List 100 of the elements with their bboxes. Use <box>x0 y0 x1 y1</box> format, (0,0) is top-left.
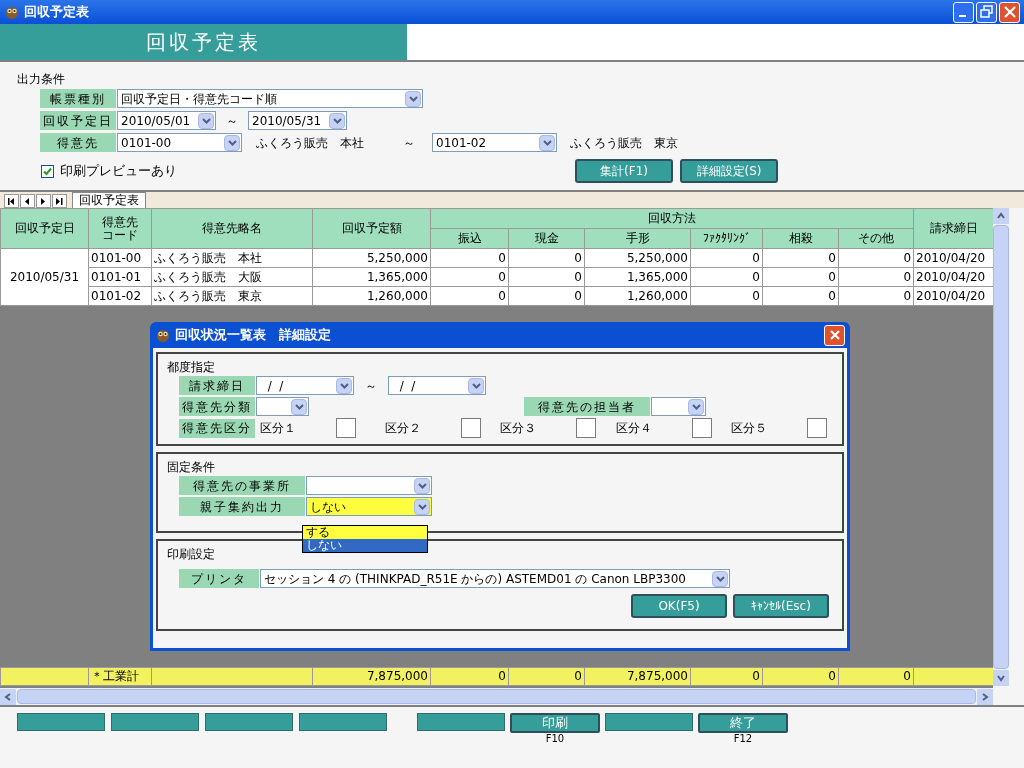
field-label: 回収予定日 <box>40 111 116 130</box>
field-label: 得意先 <box>40 133 116 152</box>
scroll-up-icon[interactable] <box>993 208 1009 224</box>
table-cell: 0 <box>430 286 509 306</box>
table-cell: 1,260,000 <box>584 286 691 306</box>
customer-dropdown[interactable]: 0101-00 <box>117 133 242 152</box>
table-cell: 0 <box>838 248 914 268</box>
total-cell: ＊工業計 <box>88 667 152 686</box>
field-label: 得意先区分 <box>179 418 255 438</box>
checkbox-label: 印刷プレビューあり <box>60 162 177 181</box>
total-cell: 0 <box>762 667 839 686</box>
table-cell: 0 <box>430 267 509 287</box>
table-cell: ふくろう販売 大阪 <box>151 267 313 287</box>
dropdown-option[interactable]: する <box>303 526 427 539</box>
date-dropdown[interactable]: / / <box>388 376 486 395</box>
checkbox[interactable] <box>691 418 712 438</box>
section-title: 出力条件 <box>17 72 66 86</box>
nav-prev-icon[interactable] <box>20 194 35 208</box>
scroll-right-icon[interactable] <box>977 688 993 705</box>
date-dropdown[interactable]: 2010/05/01 <box>117 111 216 130</box>
table-cell: 0 <box>838 286 914 306</box>
customer-dropdown[interactable]: 0101-02 <box>432 133 557 152</box>
office-dropdown[interactable] <box>306 476 432 495</box>
class-dropdown[interactable] <box>256 397 309 416</box>
rep-dropdown[interactable] <box>651 397 706 416</box>
field-label: 得意先の事業所 <box>179 476 305 495</box>
column-header: 得意先コード <box>101 215 139 242</box>
table-cell: 0101-01 <box>88 267 152 287</box>
window-title: 回収予定表 <box>24 3 89 22</box>
column-header: 回収予定額 <box>312 208 431 249</box>
sheet-tab[interactable]: 回収予定表 <box>72 192 146 208</box>
table-cell: 0 <box>508 267 585 287</box>
field-label: 得意先分類 <box>179 397 255 416</box>
app-icon <box>4 4 20 20</box>
printer-dropdown[interactable]: セッション 4 の (THINKPAD_R51E からの) ASTEMD01 の Canon LBP3300 <box>260 569 730 588</box>
app-icon <box>155 327 171 343</box>
date-dropdown[interactable]: / / <box>256 376 354 395</box>
table-cell: 0 <box>838 267 914 287</box>
nav-last-icon[interactable] <box>52 194 67 208</box>
checkbox[interactable] <box>41 164 54 178</box>
table-cell: 1,365,000 <box>584 267 691 287</box>
table-cell: 1,365,000 <box>312 267 431 287</box>
field-label: 得意先の担当者 <box>524 397 650 416</box>
nav-next-icon[interactable] <box>36 194 51 208</box>
consolidate-dropdown[interactable]: しない <box>306 497 432 516</box>
minimize-icon[interactable] <box>953 1 974 23</box>
table-cell: 0 <box>762 267 839 287</box>
date-dropdown[interactable]: 2010/05/31 <box>248 111 347 130</box>
table-cell: 0 <box>690 267 763 287</box>
total-cell: 0 <box>838 667 914 686</box>
column-header: 回収方法 <box>430 208 914 229</box>
checkbox[interactable] <box>576 418 597 438</box>
table-cell: 1,260,000 <box>312 286 431 306</box>
checkbox[interactable] <box>807 418 828 438</box>
field-label: 親子集約出力 <box>179 497 305 516</box>
table-cell: 5,250,000 <box>312 248 431 268</box>
field-label: 帳票種別 <box>40 89 116 108</box>
checkbox-label: 区分２ <box>384 420 422 437</box>
customer-name: ふくろう販売 東京 <box>569 134 678 152</box>
checkbox-label: 区分３ <box>500 420 538 437</box>
scroll-left-icon[interactable] <box>0 688 16 705</box>
close-icon[interactable] <box>999 1 1020 23</box>
section-title: 都度指定 <box>167 360 216 374</box>
table-cell: 0 <box>690 248 763 268</box>
restore-icon[interactable] <box>976 1 997 23</box>
range-separator: ～ <box>364 377 378 395</box>
nav-first-icon[interactable] <box>4 194 19 208</box>
total-cell: 0 <box>508 667 585 686</box>
page-header: 回収予定表 <box>0 24 407 60</box>
table-cell: ふくろう販売 本社 <box>151 248 313 268</box>
table-cell: 0 <box>508 248 585 268</box>
table-cell: 0 <box>762 286 839 306</box>
table-cell: 2010/05/31 <box>0 248 89 306</box>
table-cell: 0 <box>508 286 585 306</box>
customer-name: ふくろう販売 本社 <box>255 134 365 152</box>
table-cell: 5,250,000 <box>584 248 691 268</box>
report-type-dropdown[interactable]: 回収予定日・得意先コード順 <box>117 89 423 108</box>
checkbox-label: 区分４ <box>615 420 653 437</box>
section-title: 印刷設定 <box>167 547 216 561</box>
checkbox-label: 区分５ <box>731 420 769 437</box>
scroll-down-icon[interactable] <box>993 670 1009 686</box>
field-label: プリンタ <box>179 569 259 588</box>
table-cell: 0101-00 <box>88 248 152 268</box>
total-cell: 0 <box>430 667 509 686</box>
total-cell: 7,875,000 <box>312 667 431 686</box>
table-cell: 0 <box>430 248 509 268</box>
column-header: 得意先略名 <box>151 208 313 249</box>
column-header: 回収予定日 <box>0 208 89 249</box>
close-icon[interactable] <box>824 324 845 346</box>
total-cell: 0 <box>690 667 763 686</box>
key-label: F10 <box>545 733 565 744</box>
checkbox[interactable] <box>336 418 356 438</box>
table-cell: ふくろう販売 東京 <box>151 286 313 306</box>
total-cell: 7,875,000 <box>584 667 691 686</box>
range-separator: ～ <box>403 134 416 152</box>
dialog-title: 回収状況一覧表 詳細設定 <box>175 326 331 345</box>
checkbox[interactable] <box>460 418 481 438</box>
dropdown-option[interactable]: しない <box>303 539 427 552</box>
section-title: 固定条件 <box>167 460 216 474</box>
column-header: 請求締日 <box>913 208 994 249</box>
